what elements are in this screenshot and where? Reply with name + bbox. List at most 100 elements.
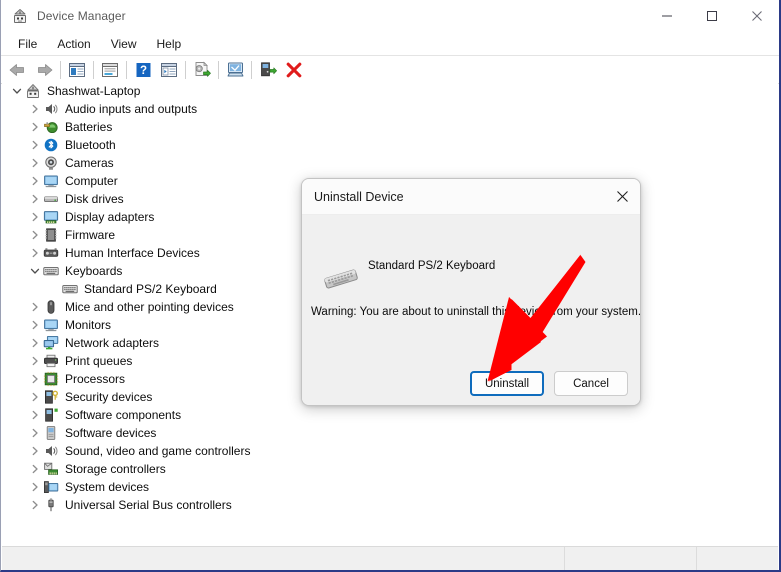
tree-item-label: Security devices <box>65 390 153 404</box>
chevron-right-icon[interactable] <box>27 118 43 136</box>
camera-icon <box>43 155 59 171</box>
chevron-right-icon[interactable] <box>27 244 43 262</box>
tree-item-label: Audio inputs and outputs <box>65 102 198 116</box>
chevron-right-icon[interactable] <box>27 496 43 514</box>
processor-icon <box>43 371 59 387</box>
toolbar: ? <box>1 56 779 84</box>
toolbar-separator <box>218 60 219 79</box>
tree-item-label: Universal Serial Bus controllers <box>65 498 232 512</box>
tree-item-software-components[interactable]: Software components <box>2 406 778 424</box>
tree-item-label: Bluetooth <box>65 138 116 152</box>
menu-item-file[interactable]: File <box>8 35 47 53</box>
chevron-right-icon[interactable] <box>27 154 43 172</box>
software-component-icon <box>43 407 59 423</box>
firmware-chip-icon <box>43 227 59 243</box>
menu-bar: File Action View Help <box>1 33 779 56</box>
chevron-right-icon[interactable] <box>27 424 43 442</box>
dialog-body: Standard PS/2 Keyboard Warning: You are … <box>302 215 641 405</box>
uninstall-device-dialog: Uninstall Device Standard PS/2 Keyboard … <box>301 178 641 406</box>
status-pane-secondary <box>565 547 697 570</box>
speaker-icon <box>43 443 59 459</box>
storage-controller-icon <box>43 461 59 477</box>
tree-item-root[interactable]: Shashwat-Laptop <box>2 82 778 100</box>
tree-item-universal-serial-bus-controllers[interactable]: Universal Serial Bus controllers <box>2 496 778 514</box>
tree-item-label: Network adapters <box>65 336 160 350</box>
chevron-right-icon[interactable] <box>27 100 43 118</box>
back-button[interactable] <box>5 58 31 82</box>
tree-item-audio-inputs-and-outputs[interactable]: Audio inputs and outputs <box>2 100 778 118</box>
show-hide-action-pane-button[interactable] <box>156 58 182 82</box>
tree-item-batteries[interactable]: Batteries <box>2 118 778 136</box>
chevron-down-icon[interactable] <box>27 262 43 280</box>
chevron-right-icon[interactable] <box>27 478 43 496</box>
chevron-down-icon[interactable] <box>9 82 25 100</box>
chevron-right-icon[interactable] <box>27 460 43 478</box>
menu-item-view[interactable]: View <box>101 35 147 53</box>
chevron-right-icon[interactable] <box>27 208 43 226</box>
dialog-button-row: Uninstall Cancel <box>302 371 640 396</box>
dialog-device-name: Standard PS/2 Keyboard <box>368 260 496 272</box>
tree-item-label: System devices <box>65 480 150 494</box>
minimize-button[interactable] <box>644 0 689 32</box>
help-button[interactable]: ? <box>130 58 156 82</box>
network-adapter-icon <box>43 335 59 351</box>
uninstall-button[interactable]: Uninstall <box>470 371 544 396</box>
usb-icon <box>43 497 59 513</box>
dialog-warning-text: Warning: You are about to uninstall this… <box>311 306 641 318</box>
properties-button[interactable] <box>97 58 123 82</box>
update-driver-button[interactable] <box>189 58 215 82</box>
cancel-button[interactable]: Cancel <box>554 371 628 396</box>
chevron-right-icon[interactable] <box>27 388 43 406</box>
dialog-close-button[interactable] <box>604 180 640 214</box>
tree-item-label: Computer <box>65 174 118 188</box>
close-button[interactable] <box>734 0 779 32</box>
tree-item-bluetooth[interactable]: Bluetooth <box>2 136 778 154</box>
chevron-right-icon[interactable] <box>27 226 43 244</box>
uninstall-device-button[interactable] <box>281 58 307 82</box>
svg-text:?: ? <box>139 65 146 77</box>
tree-item-label: Sound, video and game controllers <box>65 444 251 458</box>
toolbar-separator <box>251 60 252 79</box>
tree-item-storage-controllers[interactable]: Storage controllers <box>2 460 778 478</box>
scan-hardware-changes-button[interactable] <box>222 58 248 82</box>
chevron-right-icon[interactable] <box>27 352 43 370</box>
toolbar-separator <box>93 60 94 79</box>
title-bar: Device Manager <box>1 0 779 33</box>
status-pane-message <box>2 547 565 570</box>
enable-device-button[interactable] <box>255 58 281 82</box>
display-adapter-icon <box>43 209 59 225</box>
forward-button[interactable] <box>31 58 57 82</box>
tree-item-cameras[interactable]: Cameras <box>2 154 778 172</box>
toolbar-separator <box>126 60 127 79</box>
battery-icon <box>43 119 59 135</box>
menu-item-action[interactable]: Action <box>47 35 100 53</box>
printer-icon <box>43 353 59 369</box>
chevron-right-icon[interactable] <box>27 334 43 352</box>
chevron-right-icon[interactable] <box>27 136 43 154</box>
status-pane-tertiary <box>697 547 778 570</box>
tree-item-sound-video-and-game-controllers[interactable]: Sound, video and game controllers <box>2 442 778 460</box>
chevron-right-icon[interactable] <box>27 442 43 460</box>
menu-item-help[interactable]: Help <box>147 35 192 53</box>
tree-item-label: Human Interface Devices <box>65 246 200 260</box>
device-manager-window: Device Manager File Action View Help ? S… <box>0 0 781 572</box>
tree-item-label: Firmware <box>65 228 115 242</box>
chevron-right-icon[interactable] <box>27 316 43 334</box>
tree-item-label: Monitors <box>65 318 112 332</box>
chevron-right-icon[interactable] <box>27 406 43 424</box>
tree-item-system-devices[interactable]: System devices <box>2 478 778 496</box>
tree-item-software-devices[interactable]: Software devices <box>2 424 778 442</box>
maximize-button[interactable] <box>689 0 734 32</box>
tree-item-label: Display adapters <box>65 210 155 224</box>
keyboard-device-icon <box>318 264 364 294</box>
tree-item-label: Software components <box>65 408 182 422</box>
window-title: Device Manager <box>37 9 126 23</box>
show-hide-console-tree-button[interactable] <box>64 58 90 82</box>
chevron-right-icon[interactable] <box>27 298 43 316</box>
chevron-right-icon[interactable] <box>27 190 43 208</box>
chevron-right-icon[interactable] <box>27 370 43 388</box>
disk-drive-icon <box>43 191 59 207</box>
system-device-icon <box>43 479 59 495</box>
tree-item-label: Cameras <box>65 156 114 170</box>
chevron-right-icon[interactable] <box>27 172 43 190</box>
